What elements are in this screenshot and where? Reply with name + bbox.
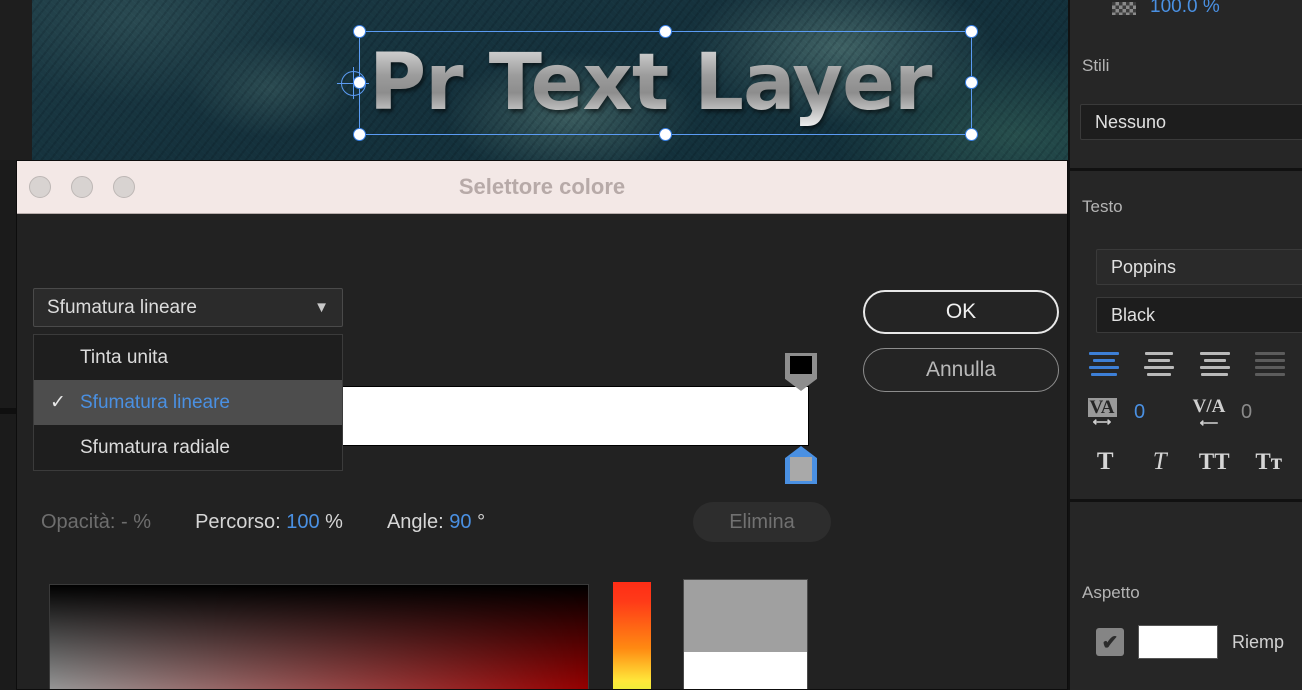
- opacity-param-label: Opacità:: [41, 510, 116, 533]
- close-button[interactable]: [29, 176, 51, 198]
- handle-bottom-right[interactable]: [965, 128, 978, 141]
- gradient-type-value: Sfumatura lineare: [47, 296, 197, 318]
- font-style-buttons-row: T T TT Tᴛ: [1070, 445, 1302, 479]
- zoom-button[interactable]: [113, 176, 135, 198]
- opacity-param-value: -: [121, 510, 128, 533]
- menu-item-label: Sfumatura lineare: [80, 391, 230, 413]
- fill-checkbox[interactable]: ✔: [1096, 628, 1124, 656]
- text-selection-box[interactable]: [337, 25, 978, 141]
- kerning-arrow: ⟵: [1199, 415, 1219, 430]
- ok-button[interactable]: OK: [863, 290, 1059, 334]
- tracking-value[interactable]: 0: [1134, 401, 1145, 424]
- percorso-param-unit: %: [325, 510, 343, 533]
- color-stop-marker-icon: [785, 446, 817, 484]
- align-justify-icon[interactable]: [1243, 347, 1299, 381]
- fill-row: ✔ Riemp: [1070, 625, 1302, 659]
- angle-param-value[interactable]: 90: [449, 511, 471, 533]
- angle-param-unit: °: [477, 510, 486, 533]
- percorso-param-value[interactable]: 100: [286, 511, 319, 533]
- gradient-type-menu[interactable]: Tinta unita ✓ Sfumatura lineare Sfumatur…: [33, 334, 343, 471]
- faux-italic-button[interactable]: T: [1133, 445, 1188, 479]
- chevron-down-icon: ▼: [314, 299, 329, 316]
- tracking-kerning-row: VA ⟷ 0 V/A ⟵ 0: [1070, 395, 1302, 429]
- handle-top-left[interactable]: [353, 25, 366, 38]
- color-picker-dialog: Selettore colore Sfumatura lineare ▼ Tin…: [16, 160, 1068, 690]
- dialog-titlebar[interactable]: Selettore colore: [17, 161, 1067, 214]
- gradient-type-select[interactable]: Sfumatura lineare ▼: [33, 288, 343, 327]
- video-preview-frame[interactable]: Pr Text Layer: [32, 0, 1068, 160]
- app-root: Pr Text Layer 100.0 % Stili Nessuno Test…: [0, 0, 1302, 690]
- percorso-param[interactable]: Percorso: 100 %: [195, 511, 343, 534]
- menu-item-tinta-unita[interactable]: Tinta unita: [34, 335, 342, 380]
- fill-label: Riemp: [1232, 631, 1285, 652]
- delete-stop-button[interactable]: Elimina: [693, 502, 831, 542]
- font-style-dropdown[interactable]: Black: [1096, 297, 1302, 333]
- menu-check-icon: ✓: [50, 392, 66, 413]
- testo-section: Testo Poppins Black VA ⟷ 0 V/A ⟵ 0 T T T…: [1070, 169, 1302, 502]
- handle-middle-left[interactable]: [353, 76, 366, 89]
- text-align-row: [1070, 347, 1302, 381]
- color-stop-color: [790, 457, 812, 481]
- tracking-icon: VA ⟷: [1080, 395, 1124, 429]
- small-caps-button[interactable]: Tᴛ: [1242, 445, 1297, 479]
- gradient-params-row: Opacità: - % Percorso: 100 % Angle: 90 °…: [41, 502, 831, 542]
- fill-color-swatch[interactable]: [1138, 625, 1218, 659]
- handle-top-center[interactable]: [658, 25, 672, 38]
- stili-title: Stili: [1082, 56, 1110, 75]
- essential-graphics-panel: 100.0 % Stili Nessuno Testo Poppins Blac…: [1068, 0, 1302, 690]
- backdrop-left-strip: [0, 160, 16, 690]
- section-divider-2: [1070, 499, 1302, 502]
- handle-top-right[interactable]: [965, 25, 978, 38]
- handle-middle-right[interactable]: [965, 76, 978, 89]
- opacity-param-unit: %: [133, 510, 152, 533]
- gradient-opacity-stop[interactable]: [785, 353, 817, 391]
- tracking-arrow: ⟷: [1092, 413, 1112, 429]
- opacity-param[interactable]: Opacità: - %: [41, 511, 151, 534]
- aspetto-title: Aspetto: [1082, 583, 1140, 602]
- stili-section: Stili Nessuno: [1070, 26, 1302, 171]
- saturation-value-square[interactable]: [49, 584, 589, 689]
- kerning-control[interactable]: V/A ⟵ 0: [1187, 395, 1294, 429]
- align-center-icon[interactable]: [1132, 347, 1188, 381]
- program-monitor: Pr Text Layer: [0, 0, 1068, 160]
- checkerboard-icon: [1112, 1, 1136, 15]
- hue-strip[interactable]: [613, 582, 651, 689]
- dialog-title: Selettore colore: [458, 174, 626, 199]
- testo-title: Testo: [1082, 197, 1123, 216]
- angle-param[interactable]: Angle: 90 °: [387, 511, 485, 534]
- menu-item-label: Tinta unita: [80, 346, 169, 368]
- handle-bottom-left[interactable]: [353, 128, 366, 141]
- percorso-param-label: Percorso:: [195, 510, 281, 533]
- cancel-button[interactable]: Annulla: [863, 348, 1059, 392]
- aspetto-section: Aspetto ✔ Riemp: [1070, 553, 1302, 659]
- menu-item-label: Sfumatura radiale: [80, 436, 230, 458]
- gradient-color-stop[interactable]: [785, 446, 817, 484]
- faux-bold-button[interactable]: T: [1078, 445, 1133, 479]
- opacity-row: 100.0 %: [1070, 0, 1302, 22]
- preview-new-color: [684, 651, 807, 689]
- color-preview-swatch[interactable]: [683, 579, 808, 689]
- menu-item-sfumatura-radiale[interactable]: Sfumatura radiale: [34, 425, 342, 470]
- opacity-stop-marker-icon: [785, 353, 817, 391]
- opacity-stop-color: [790, 356, 812, 374]
- all-caps-button[interactable]: TT: [1187, 445, 1242, 479]
- window-controls: [29, 176, 135, 198]
- dialog-body: Sfumatura lineare ▼ Tinta unita ✓ Sfumat…: [17, 214, 1067, 689]
- tracking-control[interactable]: VA ⟷ 0: [1080, 395, 1187, 429]
- opacity-value[interactable]: 100.0 %: [1150, 0, 1220, 18]
- align-right-icon[interactable]: [1187, 347, 1243, 381]
- menu-item-sfumatura-lineare[interactable]: ✓ Sfumatura lineare: [34, 380, 342, 425]
- minimize-button[interactable]: [71, 176, 93, 198]
- align-left-icon[interactable]: [1076, 347, 1132, 381]
- angle-param-label: Angle:: [386, 510, 444, 533]
- preview-old-color: [684, 580, 807, 652]
- style-dropdown[interactable]: Nessuno: [1080, 104, 1302, 140]
- kerning-value[interactable]: 0: [1241, 401, 1252, 424]
- handle-bottom-center[interactable]: [658, 128, 672, 141]
- font-family-dropdown[interactable]: Poppins: [1096, 249, 1302, 285]
- backdrop-left-divider: [0, 408, 16, 414]
- kerning-icon: V/A ⟵: [1187, 395, 1231, 429]
